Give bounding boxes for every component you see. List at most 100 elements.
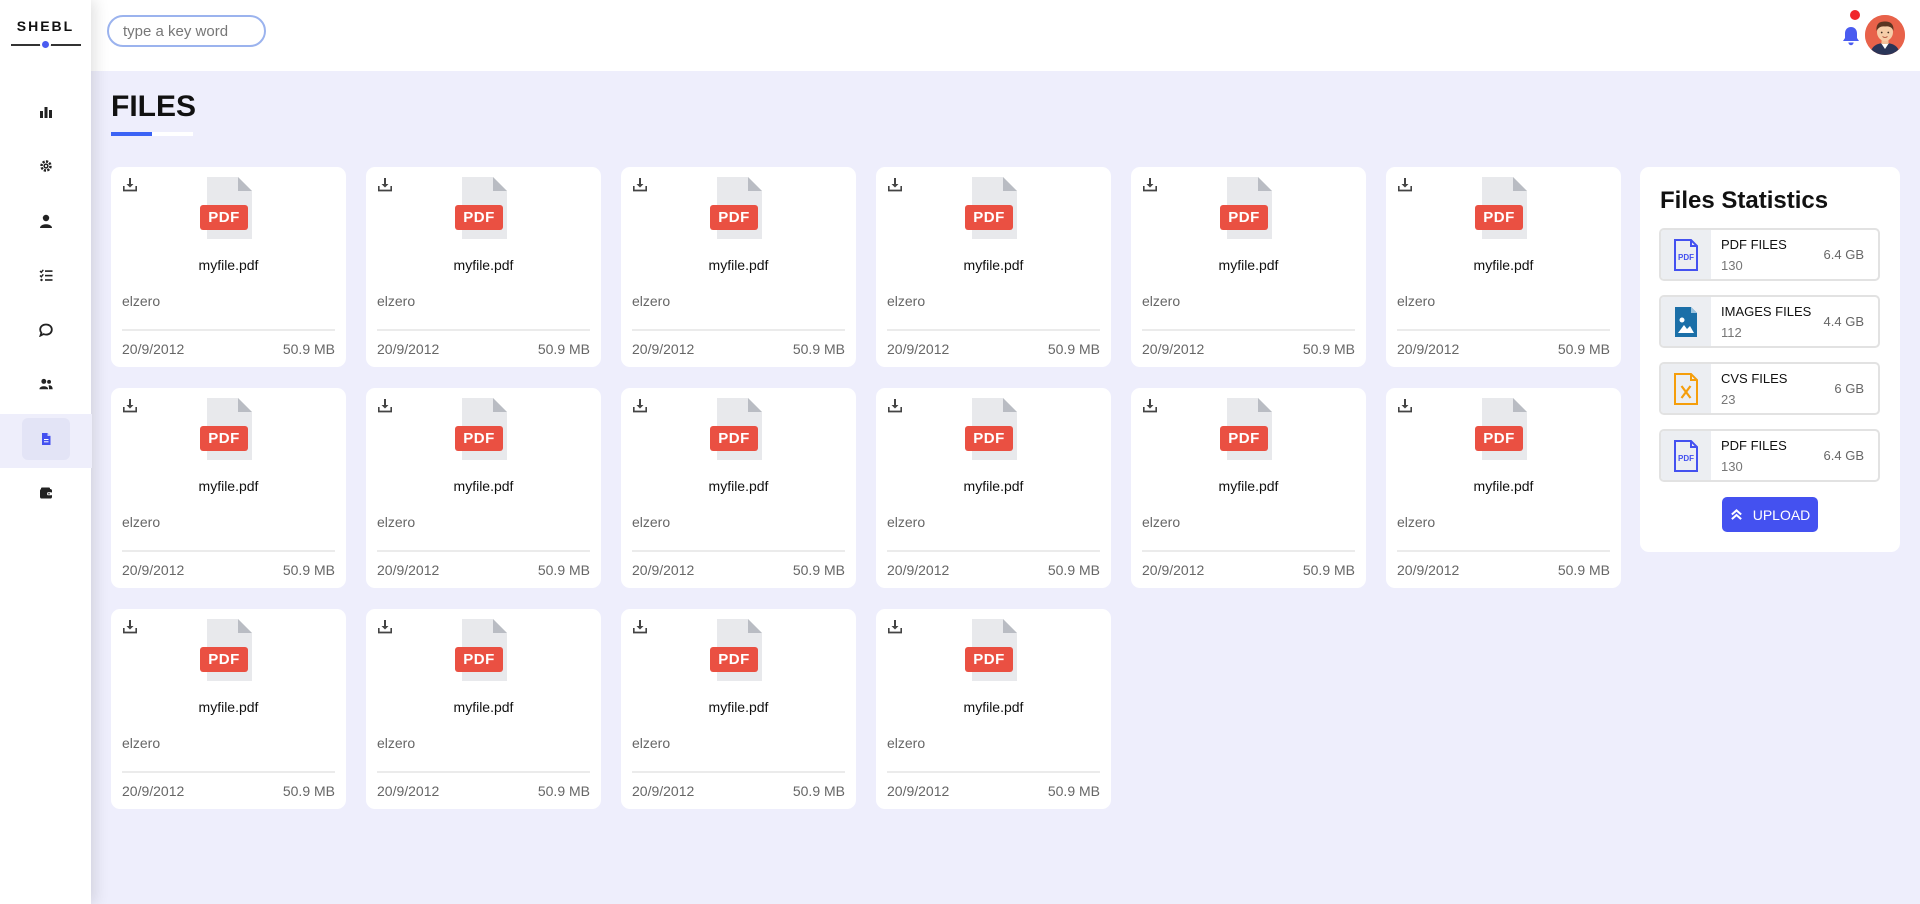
file-size: 50.9 MB (1557, 562, 1610, 578)
file-name: myfile.pdf (708, 257, 769, 273)
file-type-badge: PDF (200, 205, 248, 230)
file-card[interactable]: PDF myfile.pdf elzero 20/9/2012 50.9 MB (1131, 388, 1366, 588)
download-icon[interactable] (887, 619, 903, 635)
file-date: 20/9/2012 (632, 562, 695, 578)
file-type-badge: PDF (1220, 426, 1268, 451)
stat-count: 130 (1721, 459, 1743, 474)
sidebar-item-friends[interactable] (22, 363, 69, 405)
file-card[interactable]: PDF myfile.pdf elzero 20/9/2012 50.9 MB (1386, 388, 1621, 588)
download-icon[interactable] (377, 177, 393, 193)
sidebar-item-dashboard[interactable] (22, 91, 69, 133)
file-date: 20/9/2012 (1142, 562, 1205, 578)
stat-icon-box (1661, 297, 1711, 346)
image-file-icon (1675, 306, 1697, 337)
file-name: myfile.pdf (453, 257, 514, 273)
file-card[interactable]: PDF myfile.pdf elzero 20/9/2012 50.9 MB (111, 609, 346, 809)
card-divider (632, 329, 845, 331)
download-icon[interactable] (887, 177, 903, 193)
file-name: myfile.pdf (453, 699, 514, 715)
sidebar-item-profile[interactable] (22, 200, 69, 242)
csv-file-icon (1674, 372, 1698, 405)
file-owner: elzero (887, 514, 926, 530)
file-card[interactable]: PDF myfile.pdf elzero 20/9/2012 50.9 MB (876, 388, 1111, 588)
file-card[interactable]: PDF myfile.pdf elzero 20/9/2012 50.9 MB (111, 388, 346, 588)
file-type-badge: PDF (1475, 205, 1523, 230)
file-owner: elzero (632, 293, 671, 309)
sidebar-item-files[interactable] (0, 414, 92, 468)
download-icon[interactable] (377, 398, 393, 414)
download-icon[interactable] (377, 619, 393, 635)
download-icon[interactable] (122, 619, 138, 635)
pdf-file-icon: PDF (1674, 439, 1698, 472)
file-type-badge: PDF (710, 205, 758, 230)
stat-label: IMAGES FILES (1721, 304, 1812, 319)
file-card[interactable]: PDF myfile.pdf elzero 20/9/2012 50.9 MB (876, 609, 1111, 809)
download-icon[interactable] (632, 177, 648, 193)
file-card[interactable]: PDF myfile.pdf elzero 20/9/2012 50.9 MB (621, 388, 856, 588)
stat-item-images: IMAGES FILES 112 4.4 GB (1659, 295, 1880, 348)
download-icon[interactable] (1397, 177, 1413, 193)
file-size: 50.9 MB (537, 341, 590, 357)
file-card[interactable]: PDF myfile.pdf elzero 20/9/2012 50.9 MB (621, 167, 856, 367)
download-icon[interactable] (632, 619, 648, 635)
file-size: 50.9 MB (1302, 341, 1355, 357)
sidebar-item-plans[interactable] (22, 472, 69, 514)
file-date: 20/9/2012 (122, 783, 185, 799)
file-owner: elzero (887, 293, 926, 309)
file-name: myfile.pdf (963, 699, 1024, 715)
file-name: myfile.pdf (963, 478, 1024, 494)
file-owner: elzero (122, 735, 161, 751)
file-card[interactable]: PDF myfile.pdf elzero 20/9/2012 50.9 MB (1131, 167, 1366, 367)
file-card[interactable]: PDF myfile.pdf elzero 20/9/2012 50.9 MB (366, 388, 601, 588)
file-card[interactable]: PDF myfile.pdf elzero 20/9/2012 50.9 MB (366, 167, 601, 367)
card-divider (887, 771, 1100, 773)
download-icon[interactable] (1142, 398, 1158, 414)
search-input[interactable] (107, 15, 266, 47)
card-divider (887, 550, 1100, 552)
download-icon[interactable] (1397, 398, 1413, 414)
upload-button[interactable]: UPLOAD (1722, 497, 1818, 532)
sidebar-item-settings[interactable] (22, 145, 69, 187)
avatar[interactable] (1865, 15, 1905, 55)
avatar-icon (1865, 15, 1905, 55)
sidebar-item-courses[interactable] (22, 309, 69, 351)
file-owner: elzero (377, 293, 416, 309)
file-card[interactable]: PDF myfile.pdf elzero 20/9/2012 50.9 MB (621, 609, 856, 809)
bell-icon[interactable] (1840, 25, 1862, 47)
sidebar-item-projects[interactable] (22, 254, 69, 296)
files-grid: PDF myfile.pdf elzero 20/9/2012 50.9 MB … (111, 167, 1621, 809)
users-icon (38, 378, 53, 390)
file-name: myfile.pdf (708, 478, 769, 494)
download-icon[interactable] (1142, 177, 1158, 193)
file-card[interactable]: PDF myfile.pdf elzero 20/9/2012 50.9 MB (111, 167, 346, 367)
download-icon[interactable] (122, 177, 138, 193)
top-header (91, 0, 1920, 71)
file-card[interactable]: PDF myfile.pdf elzero 20/9/2012 50.9 MB (876, 167, 1111, 367)
stat-size: 6.4 GB (1823, 247, 1864, 262)
file-size: 50.9 MB (282, 562, 335, 578)
stat-size: 6 GB (1834, 381, 1864, 396)
file-date: 20/9/2012 (1142, 341, 1205, 357)
file-name: myfile.pdf (1218, 257, 1279, 273)
pdf-file-icon: PDF (1674, 238, 1698, 271)
file-card[interactable]: PDF myfile.pdf elzero 20/9/2012 50.9 MB (1386, 167, 1621, 367)
brand-name: SHEBL (16, 18, 75, 34)
page-title-underline (111, 132, 193, 136)
card-divider (377, 550, 590, 552)
notification-dot (1850, 10, 1860, 20)
file-type-badge: PDF (455, 205, 503, 230)
file-name: myfile.pdf (1218, 478, 1279, 494)
file-size: 50.9 MB (1302, 562, 1355, 578)
download-icon[interactable] (122, 398, 138, 414)
user-icon (39, 214, 52, 228)
upload-label: UPLOAD (1752, 506, 1811, 523)
download-icon[interactable] (632, 398, 648, 414)
file-size: 50.9 MB (1047, 341, 1100, 357)
file-date: 20/9/2012 (122, 562, 185, 578)
download-icon[interactable] (887, 398, 903, 414)
file-name: myfile.pdf (963, 257, 1024, 273)
card-divider (632, 771, 845, 773)
chart-bar-icon (39, 107, 52, 118)
file-card[interactable]: PDF myfile.pdf elzero 20/9/2012 50.9 MB (366, 609, 601, 809)
card-divider (632, 550, 845, 552)
